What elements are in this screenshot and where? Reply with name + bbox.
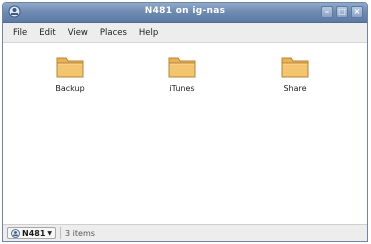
menu-edit[interactable]: Edit — [37, 26, 57, 40]
status-divider — [60, 227, 62, 239]
folder-itunes[interactable]: iTunes — [147, 54, 217, 93]
folder-label: iTunes — [169, 84, 195, 93]
menu-view[interactable]: View — [66, 26, 90, 40]
item-count: 3 items — [65, 228, 95, 238]
folder-icon — [168, 57, 196, 78]
folder-icon — [281, 57, 309, 78]
file-manager-window: N481 on ig-nas – □ × File Edit View Plac… — [2, 2, 368, 242]
maximize-button[interactable]: □ — [336, 6, 348, 18]
chevron-down-icon: ▼ — [47, 229, 53, 237]
location-dropdown[interactable]: N481 ▼ — [7, 227, 57, 239]
folder-label: Backup — [55, 84, 85, 93]
folder-share[interactable]: Share — [260, 54, 330, 93]
folder-icon — [56, 57, 84, 78]
menu-file[interactable]: File — [11, 26, 29, 40]
network-drive-icon — [11, 228, 20, 238]
folder-backup[interactable]: Backup — [35, 54, 105, 93]
folder-label: Share — [283, 84, 307, 93]
menu-bar: File Edit View Places Help — [3, 23, 367, 43]
minimize-button[interactable]: – — [321, 6, 333, 18]
window-title: N481 on ig-nas — [144, 6, 226, 16]
menu-help[interactable]: Help — [137, 26, 160, 40]
status-bar: N481 ▼ 3 items — [3, 224, 367, 241]
folder-view[interactable]: Backup iTunes Share — [3, 44, 367, 225]
title-bar[interactable]: N481 on ig-nas – □ × — [3, 3, 367, 23]
menu-places[interactable]: Places — [98, 26, 129, 40]
location-label: N481 — [22, 228, 46, 238]
close-button[interactable]: × — [351, 6, 363, 18]
